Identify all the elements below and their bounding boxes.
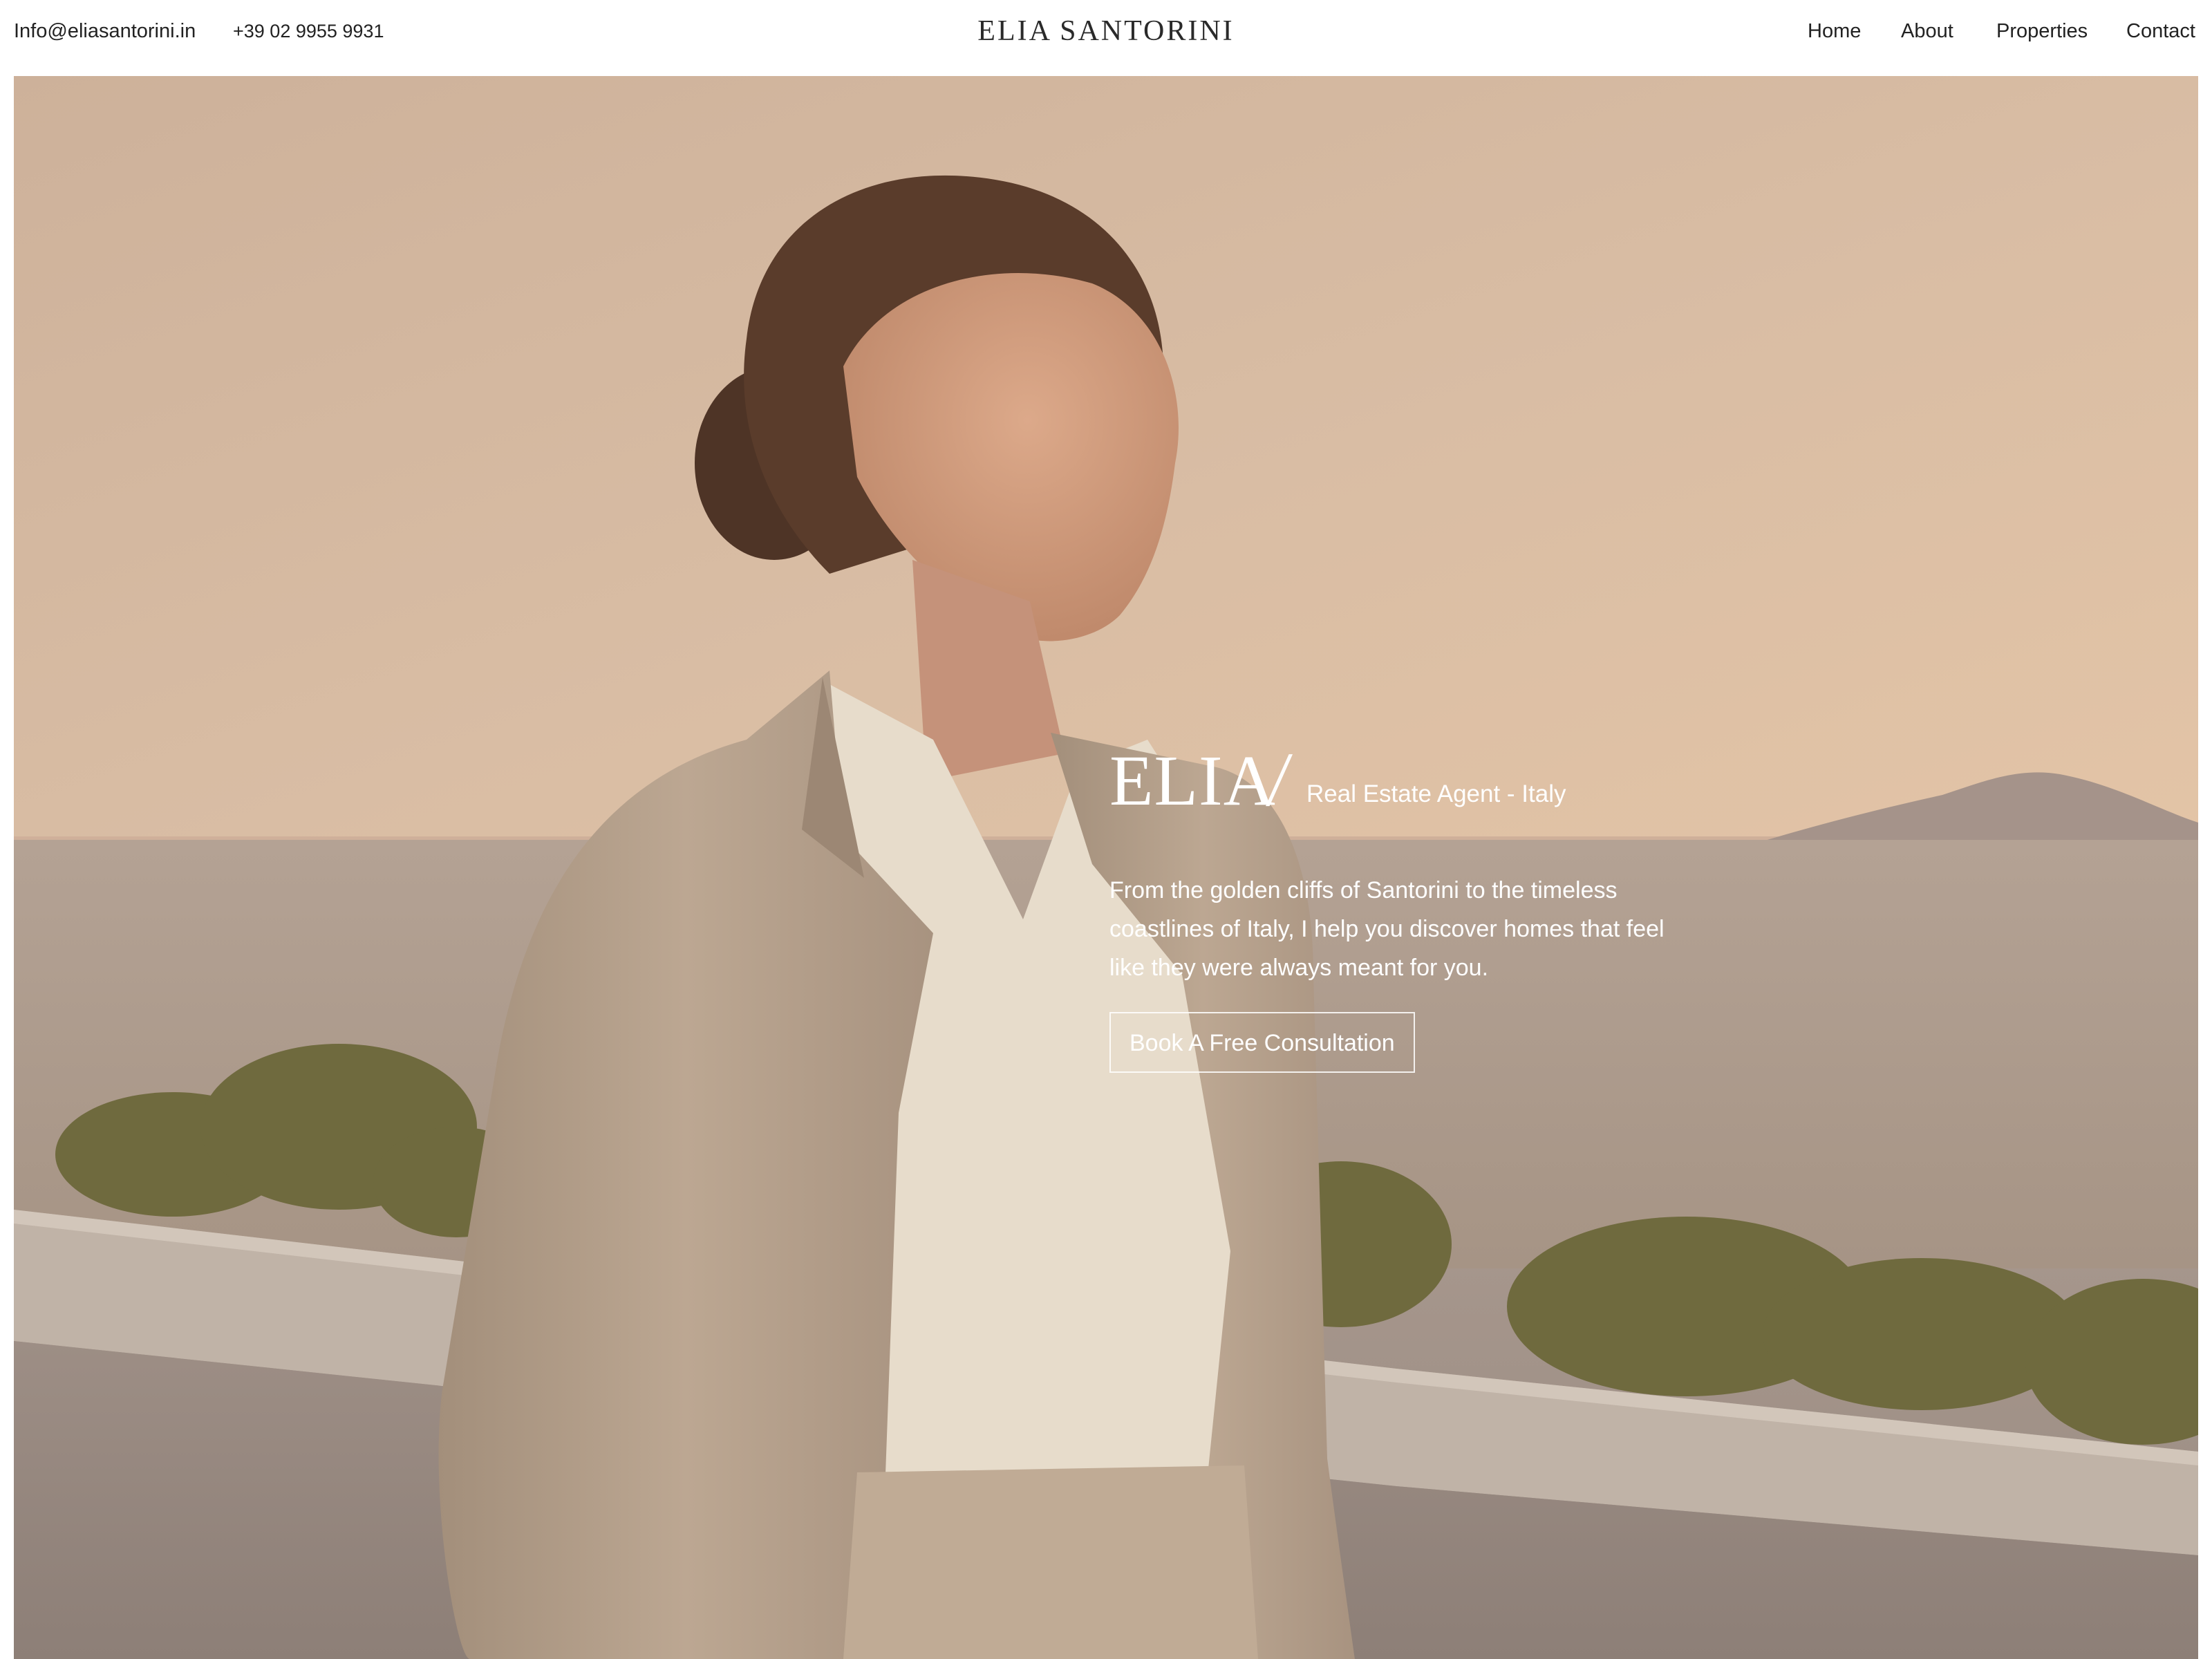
hero-name: ELIA <box>1109 741 1276 821</box>
hero-role: Real Estate Agent - Italy <box>1306 780 1566 807</box>
hero-photo <box>14 76 2198 1659</box>
book-consultation-button[interactable]: Book A Free Consultation <box>1109 1012 1415 1073</box>
site-header: Info@eliasantorini.in +39 02 9955 9931 E… <box>0 0 2212 76</box>
hero-section: ELIA / Real Estate Agent - Italy From th… <box>14 76 2198 1659</box>
nav-item-about[interactable]: About <box>1901 0 1953 62</box>
nav-item-contact[interactable]: Contact <box>2126 0 2195 62</box>
hero-content: ELIA / Real Estate Agent - Italy From th… <box>1109 737 1732 1073</box>
hero-heading: ELIA / Real Estate Agent - Italy <box>1109 737 1732 823</box>
nav-item-home[interactable]: Home <box>1808 0 1861 62</box>
nav-item-properties[interactable]: Properties <box>1996 0 2088 62</box>
hero-description: From the golden cliffs of Santorini to t… <box>1109 877 1665 981</box>
brand-logo[interactable]: ELIA SANTORINI <box>0 0 2212 62</box>
